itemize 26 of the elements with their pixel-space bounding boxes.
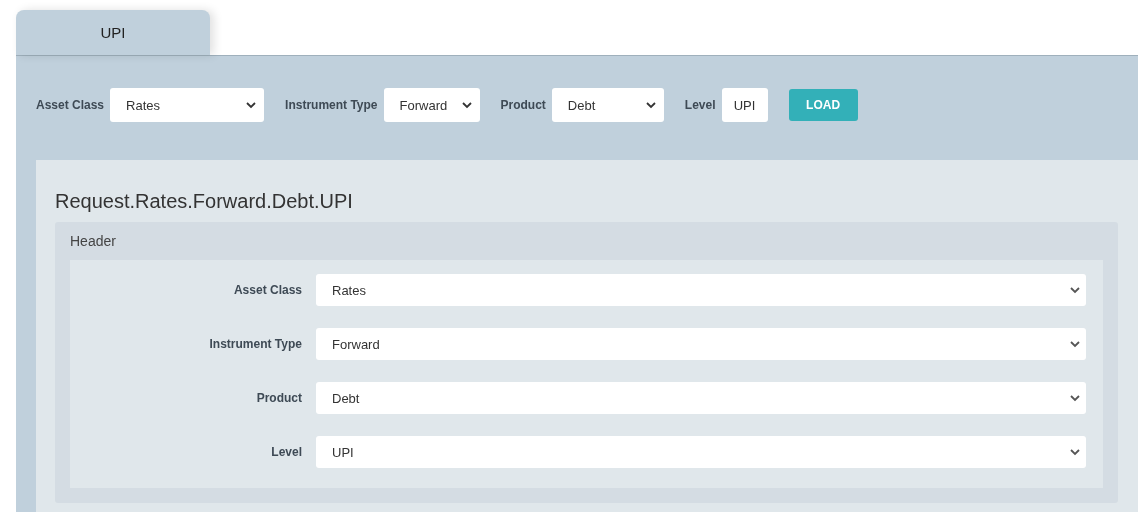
chevron-down-icon xyxy=(461,101,472,109)
filter-label: Instrument Type xyxy=(285,98,378,112)
field-dropdown[interactable]: Debt xyxy=(316,382,1086,414)
chevron-down-icon xyxy=(246,101,257,109)
field-label: Level xyxy=(270,445,302,459)
section-title: Header xyxy=(70,233,117,249)
chevron-down-icon xyxy=(1070,286,1080,294)
filter-label: Product xyxy=(500,98,546,112)
field-dropdown[interactable]: UPI xyxy=(316,436,1086,468)
input-field[interactable]: UPI xyxy=(721,88,768,122)
field-label: Product xyxy=(255,391,302,405)
request-title: Request.Rates.Forward.Debt.UPI xyxy=(55,190,354,213)
field-label: Instrument Type xyxy=(208,337,302,351)
filter-dropdown[interactable]: Rates xyxy=(110,88,265,122)
chevron-down-icon xyxy=(645,101,656,109)
field-label: Asset Class xyxy=(232,283,302,297)
filter-dropdown[interactable]: Debt xyxy=(551,88,664,122)
filter-label: Asset Class xyxy=(36,98,105,112)
chevron-down-icon xyxy=(1070,448,1080,456)
tab[interactable]: UPI xyxy=(16,10,210,55)
filter-dropdown[interactable]: Forward xyxy=(383,88,480,122)
field-dropdown[interactable]: Forward xyxy=(316,328,1086,360)
field-dropdown[interactable]: Rates xyxy=(316,274,1086,306)
filter-label: Level xyxy=(684,98,716,112)
chevron-down-icon xyxy=(1070,340,1080,348)
chevron-down-icon xyxy=(1070,394,1080,402)
